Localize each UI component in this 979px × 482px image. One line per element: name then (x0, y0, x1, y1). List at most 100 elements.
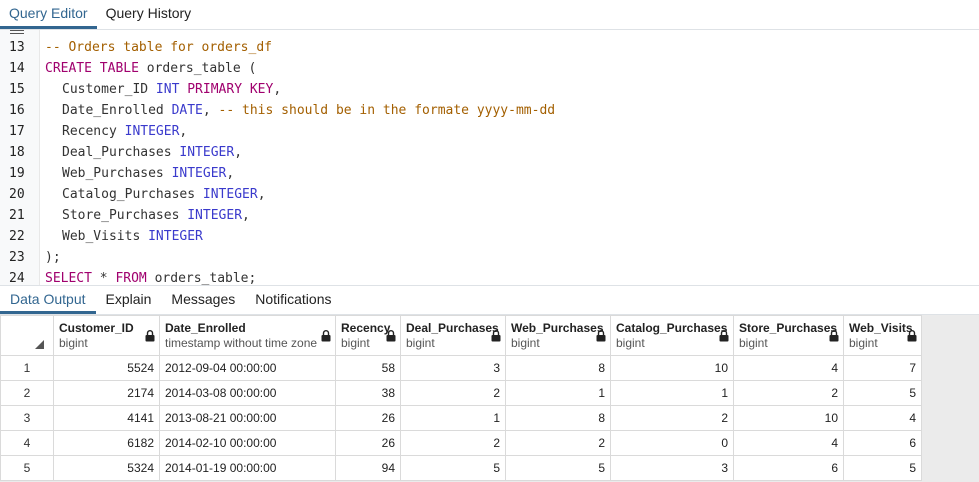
table-cell[interactable]: 5324 (53, 455, 160, 481)
table-cell[interactable]: 2 (400, 380, 506, 406)
table-row[interactable]: 1 5524 2012-09-04 00:00:00 58 3 8 10 4 7 (0, 355, 922, 381)
column-header[interactable]: Web_Purchases bigint (505, 315, 611, 356)
column-name: Deal_Purchases (406, 321, 499, 335)
table-row[interactable]: 3 4141 2013-08-21 00:00:00 26 1 8 2 10 4 (0, 405, 922, 431)
table-cell[interactable]: 6 (733, 455, 844, 481)
table-cell[interactable]: 1 (400, 405, 506, 431)
table-cell[interactable]: 0 (610, 430, 734, 456)
table-cell[interactable]: 26 (335, 405, 401, 431)
table-cell[interactable]: 4141 (53, 405, 160, 431)
table-cell[interactable]: 2 (505, 430, 611, 456)
code-line: 17 Recency INTEGER, (0, 121, 979, 142)
lock-icon (145, 330, 155, 342)
code-line: 23); (0, 247, 979, 268)
table-cell[interactable]: 38 (335, 380, 401, 406)
tab-data-output[interactable]: Data Output (0, 286, 96, 314)
column-header[interactable]: Recency bigint (335, 315, 401, 356)
row-number[interactable]: 5 (0, 455, 54, 481)
table-cell[interactable]: 2014-01-19 00:00:00 (159, 455, 336, 481)
table-cell[interactable]: 4 (843, 405, 922, 431)
lock-icon (491, 330, 501, 342)
column-type: bigint (59, 336, 88, 350)
table-cell[interactable]: 4 (733, 430, 844, 456)
table-cell[interactable]: 2014-03-08 00:00:00 (159, 380, 336, 406)
code-token: Customer_ID (62, 82, 156, 97)
column-header[interactable]: Deal_Purchases bigint (400, 315, 506, 356)
query-tool-tabs: Query Editor Query History (0, 0, 979, 30)
code-line: 15 Customer_ID INT PRIMARY KEY, (0, 79, 979, 100)
line-number: 18 (9, 145, 25, 160)
table-cell[interactable]: 1 (505, 380, 611, 406)
row-number[interactable]: 1 (0, 355, 54, 381)
code-token: Recency (62, 124, 125, 139)
lock-icon (386, 330, 396, 342)
table-cell[interactable]: 6182 (53, 430, 160, 456)
sql-editor[interactable]: 13 -- Orders table for orders_df 14 CREATE … (0, 30, 979, 285)
gutter-fold-marker (10, 30, 24, 34)
table-cell[interactable]: 5 (843, 455, 922, 481)
code-token: INTEGER (171, 166, 227, 181)
table-cell[interactable]: 2 (733, 380, 844, 406)
table-cell[interactable]: 2 (610, 405, 734, 431)
table-cell[interactable]: 10 (733, 405, 844, 431)
tab-explain[interactable]: Explain (96, 286, 162, 314)
table-cell[interactable]: 94 (335, 455, 401, 481)
column-type: bigint (739, 336, 768, 350)
table-cell[interactable]: 8 (505, 355, 611, 381)
code-text: Store_Purchases INTEGER, (45, 205, 250, 226)
column-header[interactable]: Web_Visits bigint (843, 315, 922, 356)
column-name: Web_Purchases (511, 321, 604, 335)
table-cell[interactable]: 2014-02-10 00:00:00 (159, 430, 336, 456)
code-token: SELECT (45, 271, 92, 285)
table-cell[interactable]: 26 (335, 430, 401, 456)
table-cell[interactable]: 5524 (53, 355, 160, 381)
table-cell[interactable]: 5 (843, 380, 922, 406)
column-header[interactable]: Store_Purchases bigint (733, 315, 844, 356)
select-all-corner[interactable] (0, 315, 54, 356)
table-cell[interactable]: 7 (843, 355, 922, 381)
code-token: orders_table; (146, 271, 257, 285)
code-text: Web_Purchases INTEGER, (45, 163, 234, 184)
table-cell[interactable]: 4 (733, 355, 844, 381)
table-cell[interactable]: 6 (843, 430, 922, 456)
code-token: , (202, 103, 219, 118)
tab-query-history[interactable]: Query History (97, 0, 201, 29)
table-row[interactable]: 4 6182 2014-02-10 00:00:00 26 2 2 0 4 6 (0, 430, 922, 456)
table-cell[interactable]: 58 (335, 355, 401, 381)
column-header[interactable]: Customer_ID bigint (53, 315, 160, 356)
lock-icon (719, 330, 729, 342)
table-cell[interactable]: 1 (610, 380, 734, 406)
line-number: 23 (9, 250, 25, 265)
table-cell[interactable]: 2013-08-21 00:00:00 (159, 405, 336, 431)
table-cell[interactable]: 2174 (53, 380, 160, 406)
code-token: DATE (171, 103, 203, 118)
code-token: Catalog_Purchases (62, 187, 203, 202)
column-header[interactable]: Catalog_Purchases bigint (610, 315, 734, 356)
table-cell[interactable]: 3 (400, 355, 506, 381)
table-row[interactable]: 2 2174 2014-03-08 00:00:00 38 2 1 1 2 5 (0, 380, 922, 406)
column-type: bigint (849, 336, 878, 350)
code-token: Web_Visits (62, 229, 149, 244)
code-token: INTEGER (124, 124, 180, 139)
tab-messages[interactable]: Messages (161, 286, 245, 314)
code-token: , (242, 208, 250, 223)
table-cell[interactable]: 5 (505, 455, 611, 481)
code-token: INTEGER (202, 187, 258, 202)
table-cell[interactable]: 3 (610, 455, 734, 481)
row-number[interactable]: 3 (0, 405, 54, 431)
table-cell[interactable]: 10 (610, 355, 734, 381)
tab-query-editor[interactable]: Query Editor (0, 0, 97, 29)
line-number: 14 (9, 61, 25, 76)
lock-icon (321, 330, 331, 342)
table-row[interactable]: 5 5324 2014-01-19 00:00:00 94 5 5 3 6 5 (0, 455, 922, 481)
row-number[interactable]: 4 (0, 430, 54, 456)
table-cell[interactable]: 2012-09-04 00:00:00 (159, 355, 336, 381)
table-cell[interactable]: 5 (400, 455, 506, 481)
row-number[interactable]: 2 (0, 380, 54, 406)
column-header[interactable]: Date_Enrolled timestamp without time zone (159, 315, 336, 356)
table-cell[interactable]: 2 (400, 430, 506, 456)
table-cell[interactable]: 8 (505, 405, 611, 431)
code-token: Deal_Purchases (62, 145, 180, 160)
tab-notifications[interactable]: Notifications (245, 286, 341, 314)
column-name: Customer_ID (59, 321, 134, 335)
